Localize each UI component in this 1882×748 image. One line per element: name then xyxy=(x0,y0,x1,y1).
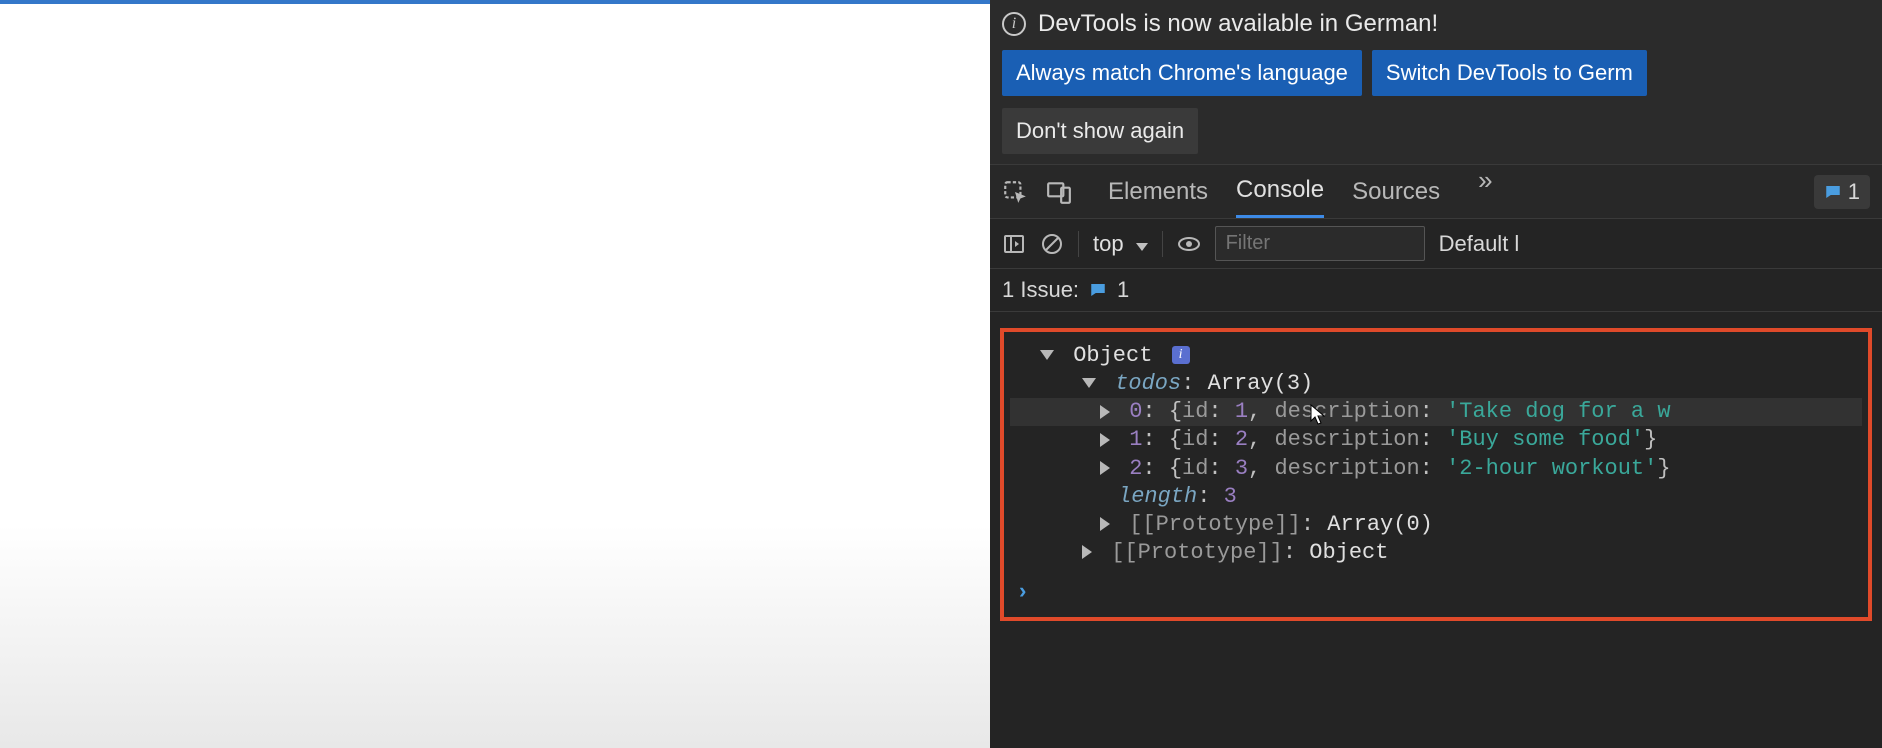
live-expression-icon[interactable] xyxy=(1177,232,1201,256)
info-badge-icon[interactable]: i xyxy=(1172,346,1190,364)
prop-label: description xyxy=(1274,399,1419,424)
array-index: 2 xyxy=(1129,456,1142,481)
issues-counter-button[interactable]: 1 xyxy=(1814,175,1870,209)
property-value: Array(0) xyxy=(1327,512,1433,537)
message-icon xyxy=(1089,281,1107,299)
comma: , xyxy=(1248,427,1274,452)
prototype-row[interactable]: [[Prototype]]: Object xyxy=(1010,539,1862,567)
property-value: Array(3) xyxy=(1208,371,1314,396)
colon: : xyxy=(1420,399,1446,424)
prop-label: description xyxy=(1274,427,1419,452)
disclosure-triangle-icon[interactable] xyxy=(1100,517,1110,531)
issues-subbar: 1 Issue: 1 xyxy=(990,269,1882,312)
colon: : xyxy=(1142,399,1168,424)
context-selector[interactable]: top xyxy=(1093,231,1148,257)
sidebar-toggle-icon[interactable] xyxy=(1002,232,1026,256)
brace: { xyxy=(1169,456,1182,481)
prop-label: id xyxy=(1182,427,1208,452)
object-row[interactable]: Object i xyxy=(1010,342,1862,370)
devtools-panel: i DevTools is now available in German! A… xyxy=(990,0,1882,748)
colon: : xyxy=(1208,427,1234,452)
highlighted-output: Object i todos: Array(3) 0: {id: 1, desc… xyxy=(1000,328,1872,621)
comma: , xyxy=(1248,399,1274,424)
prototype-row[interactable]: [[Prototype]]: Array(0) xyxy=(1010,511,1862,539)
tabs-overflow-icon[interactable]: » xyxy=(1478,165,1492,218)
match-language-button[interactable]: Always match Chrome's language xyxy=(1002,50,1362,96)
array-index: 0 xyxy=(1129,399,1142,424)
length-row[interactable]: length: 3 xyxy=(1010,483,1862,511)
language-banner: i DevTools is now available in German! A… xyxy=(990,0,1882,165)
colon: : xyxy=(1420,456,1446,481)
disclosure-triangle-icon[interactable] xyxy=(1100,433,1110,447)
property-key: [[Prototype]] xyxy=(1129,512,1301,537)
colon: : xyxy=(1283,540,1309,565)
console-toolbar: top Default l xyxy=(990,219,1882,269)
prop-value: '2-hour workout' xyxy=(1446,456,1657,481)
browser-page xyxy=(0,0,990,748)
property-key: length xyxy=(1118,484,1197,509)
property-value: 3 xyxy=(1224,484,1237,509)
context-selector-label: top xyxy=(1093,231,1124,257)
brace: } xyxy=(1644,427,1657,452)
array-item-row[interactable]: 2: {id: 3, description: '2-hour workout'… xyxy=(1010,455,1862,483)
prop-value: 1 xyxy=(1235,399,1248,424)
issues-count[interactable]: 1 xyxy=(1117,277,1129,303)
prop-label: id xyxy=(1182,456,1208,481)
switch-language-button[interactable]: Switch DevTools to Germ xyxy=(1372,50,1647,96)
array-index: 1 xyxy=(1129,427,1142,452)
object-label: Object xyxy=(1073,343,1152,368)
todos-row[interactable]: todos: Array(3) xyxy=(1010,370,1862,398)
brace: } xyxy=(1657,456,1670,481)
brace: { xyxy=(1169,399,1182,424)
console-output: Object i todos: Array(3) 0: {id: 1, desc… xyxy=(990,312,1882,748)
disclosure-triangle-icon[interactable] xyxy=(1100,461,1110,475)
comma: , xyxy=(1248,456,1274,481)
colon: : xyxy=(1208,456,1234,481)
prop-value: 3 xyxy=(1235,456,1248,481)
prop-value: 'Take dog for a w xyxy=(1446,399,1670,424)
prop-label: id xyxy=(1182,399,1208,424)
prop-value: 2 xyxy=(1235,427,1248,452)
colon: : xyxy=(1142,456,1168,481)
dismiss-banner-button[interactable]: Don't show again xyxy=(1002,108,1198,154)
disclosure-triangle-icon[interactable] xyxy=(1100,405,1110,419)
filter-input[interactable] xyxy=(1215,226,1425,261)
property-value: Object xyxy=(1309,540,1388,565)
brace: { xyxy=(1169,427,1182,452)
console-prompt[interactable]: › xyxy=(1010,579,1862,607)
issues-counter-value: 1 xyxy=(1848,179,1860,205)
property-key: todos xyxy=(1115,371,1181,396)
tab-elements[interactable]: Elements xyxy=(1108,165,1208,218)
banner-message: DevTools is now available in German! xyxy=(1038,10,1438,38)
device-toolbar-icon[interactable] xyxy=(1046,179,1072,205)
separator xyxy=(1078,231,1079,257)
colon: : xyxy=(1420,427,1446,452)
disclosure-triangle-icon[interactable] xyxy=(1082,545,1092,559)
prop-value: 'Buy some food' xyxy=(1446,427,1644,452)
tab-sources[interactable]: Sources xyxy=(1352,165,1440,218)
log-levels-selector[interactable]: Default l xyxy=(1439,231,1520,257)
disclosure-triangle-icon[interactable] xyxy=(1082,378,1096,388)
colon: : xyxy=(1181,371,1207,396)
colon: : xyxy=(1142,427,1168,452)
chevron-down-icon xyxy=(1132,231,1148,257)
clear-console-icon[interactable] xyxy=(1040,232,1064,256)
info-icon: i xyxy=(1002,12,1026,36)
inspect-element-icon[interactable] xyxy=(1002,179,1028,205)
prop-label: description xyxy=(1274,456,1419,481)
tab-console[interactable]: Console xyxy=(1236,165,1324,218)
separator xyxy=(1162,231,1163,257)
colon: : xyxy=(1208,399,1234,424)
issues-label: 1 Issue: xyxy=(1002,277,1079,303)
property-key: [[Prototype]] xyxy=(1111,540,1283,565)
array-item-row[interactable]: 1: {id: 2, description: 'Buy some food'} xyxy=(1010,426,1862,454)
colon: : xyxy=(1197,484,1223,509)
tabs-container: Elements Console Sources » xyxy=(1108,165,1493,218)
devtools-tabbar: Elements Console Sources » 1 xyxy=(990,165,1882,219)
array-item-row[interactable]: 0: {id: 1, description: 'Take dog for a … xyxy=(1010,398,1862,426)
colon: : xyxy=(1301,512,1327,537)
disclosure-triangle-icon[interactable] xyxy=(1040,350,1054,360)
